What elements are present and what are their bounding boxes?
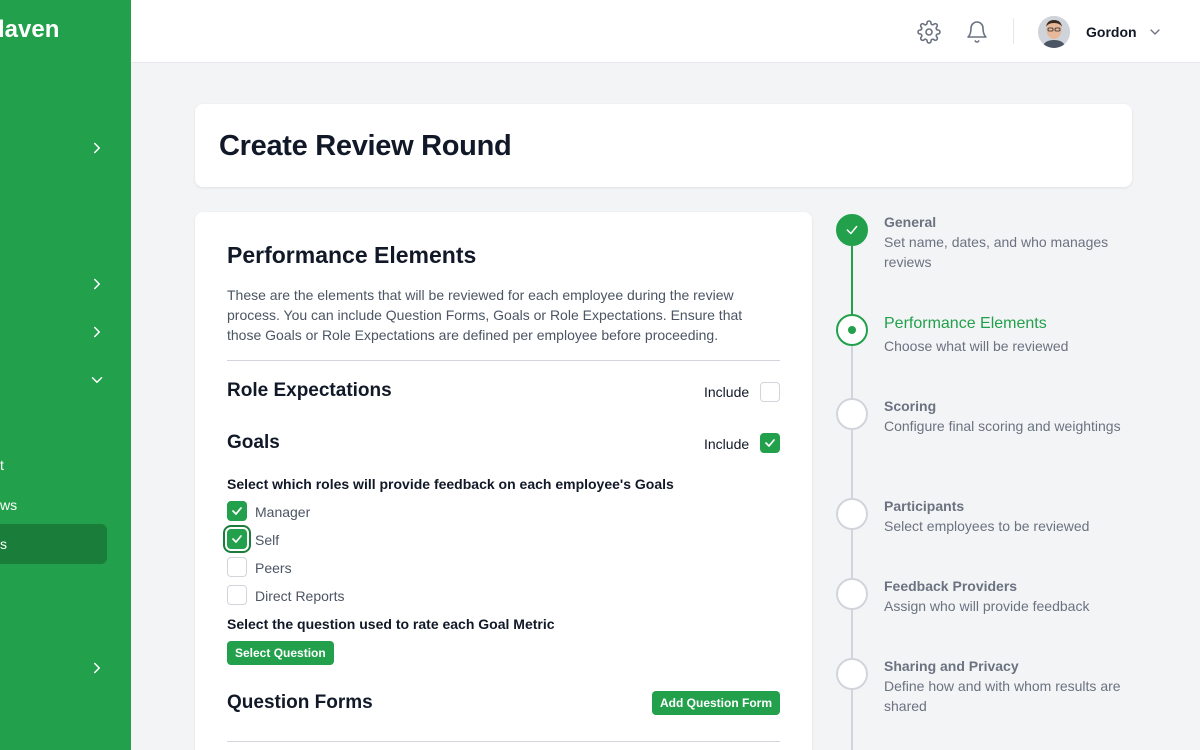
role-expectations-title: Role Expectations: [227, 380, 392, 401]
step-connector-complete: [851, 246, 853, 316]
step-description: Assign who will provide feedback: [884, 598, 1090, 614]
role-checkbox-peers[interactable]: [227, 557, 247, 577]
step-description: Select employees to be reviewed: [884, 518, 1090, 534]
step-description: Choose what will be reviewed: [884, 338, 1069, 354]
role-expectations-include-checkbox[interactable]: [760, 382, 780, 402]
question-forms-title: Question Forms: [227, 692, 373, 713]
chevron-right-icon[interactable]: [88, 275, 106, 293]
section-description: These are the elements that will be revi…: [227, 287, 743, 343]
avatar[interactable]: [1038, 16, 1070, 48]
step-participants-indicator[interactable]: [836, 498, 868, 530]
role-expectations-include-label: Include: [704, 384, 750, 400]
divider: [227, 360, 780, 361]
role-checkbox-self[interactable]: [227, 529, 247, 549]
select-question-button[interactable]: Select Question: [227, 641, 334, 665]
check-icon: [765, 439, 775, 447]
sidebar-item-active[interactable]: s: [0, 524, 107, 564]
step-sharing-privacy-indicator[interactable]: [836, 658, 868, 690]
step-title[interactable]: Participants: [884, 498, 964, 514]
sidebar: laven t ws s: [0, 0, 131, 750]
role-label-self: Self: [255, 532, 280, 548]
goals-title: Goals: [227, 432, 280, 453]
step-description: Configure final scoring and weightings: [884, 418, 1121, 434]
chevron-right-icon[interactable]: [88, 323, 106, 341]
check-icon: [846, 225, 858, 235]
top-bar: Gordon: [131, 0, 1200, 63]
performance-elements-card: Performance Elements These are the eleme…: [195, 212, 812, 750]
bell-icon[interactable]: [965, 20, 989, 44]
role-checkbox-manager[interactable]: [227, 501, 247, 521]
page-title: Create Review Round: [219, 130, 512, 162]
check-icon: [232, 535, 242, 543]
step-description: Define how and with whom results are sha…: [884, 678, 1121, 714]
role-label-direct-reports: Direct Reports: [255, 588, 345, 604]
page-header-card: Create Review Round: [195, 104, 1132, 187]
divider: [1013, 18, 1014, 44]
check-icon: [232, 507, 242, 515]
sidebar-item-label[interactable]: ws: [0, 497, 17, 513]
sidebar-item-label: s: [0, 536, 7, 552]
sidebar-item-label[interactable]: t: [0, 457, 4, 473]
chevron-right-icon[interactable]: [88, 139, 106, 157]
goals-include-label: Include: [704, 436, 750, 452]
goals-feedback-prompt: Select which roles will provide feedback…: [227, 476, 674, 492]
user-name[interactable]: Gordon: [1086, 24, 1137, 40]
step-title[interactable]: Feedback Providers: [884, 578, 1017, 594]
goals-include-checkbox[interactable]: [760, 433, 780, 453]
divider: [227, 741, 780, 742]
step-title-current[interactable]: Performance Elements: [884, 315, 1047, 333]
brand-logo[interactable]: laven: [0, 16, 59, 44]
gear-icon[interactable]: [917, 20, 941, 44]
step-description: Set name, dates, and who manages reviews: [884, 234, 1109, 270]
chevron-down-icon[interactable]: [88, 371, 106, 389]
step-title[interactable]: Scoring: [884, 398, 936, 414]
add-question-form-button[interactable]: Add Question Form: [652, 691, 780, 715]
chevron-down-icon[interactable]: [1147, 24, 1163, 40]
step-title[interactable]: General: [884, 214, 936, 230]
role-label-manager: Manager: [255, 504, 311, 520]
step-general-indicator[interactable]: [836, 214, 868, 246]
chevron-right-icon[interactable]: [88, 659, 106, 677]
current-step-dot: [848, 326, 856, 334]
role-checkbox-direct-reports[interactable]: [227, 585, 247, 605]
step-feedback-providers-indicator[interactable]: [836, 578, 868, 610]
goal-metric-question-prompt: Select the question used to rate each Go…: [227, 616, 555, 632]
step-title[interactable]: Sharing and Privacy: [884, 658, 1019, 674]
section-title: Performance Elements: [227, 242, 477, 268]
step-scoring-indicator[interactable]: [836, 398, 868, 430]
step-performance-elements-indicator[interactable]: [836, 314, 868, 346]
role-label-peers: Peers: [255, 560, 292, 576]
